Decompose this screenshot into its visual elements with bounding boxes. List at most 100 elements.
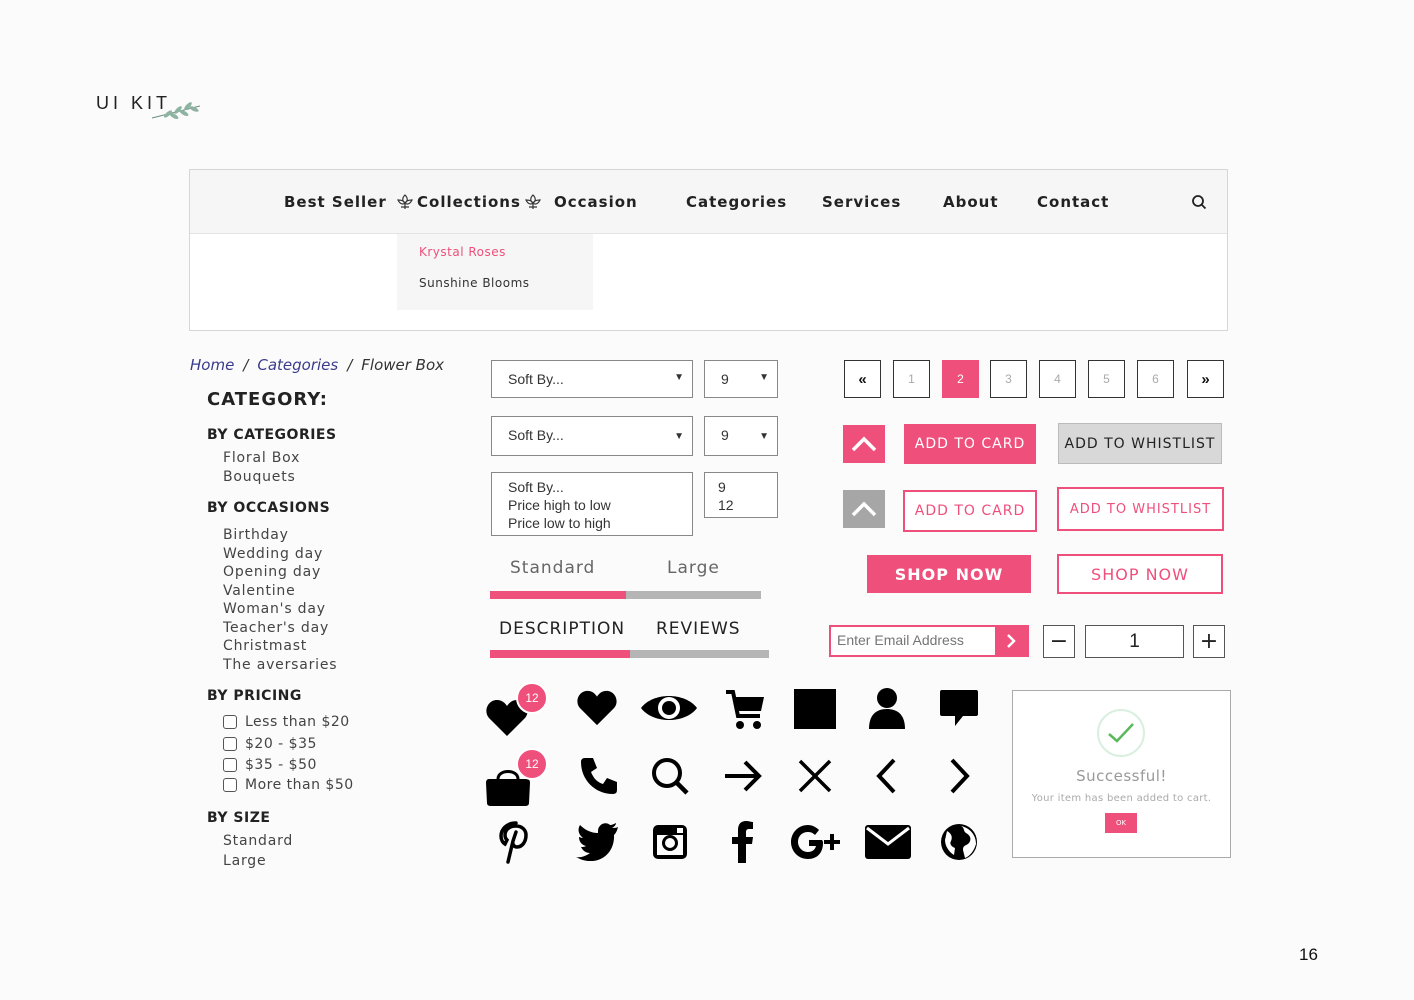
sort-select-value: Soft By... — [508, 427, 564, 443]
category-item-bouquets[interactable]: Bouquets — [223, 469, 296, 485]
heart-icon[interactable] — [573, 684, 621, 732]
quantity-value[interactable]: 1 — [1085, 625, 1184, 658]
count-select-focused[interactable]: 9 ▼ — [704, 416, 778, 456]
tab-reviews[interactable]: REVIEWS — [656, 619, 741, 639]
facebook-icon[interactable] — [719, 818, 767, 866]
category-item-floral-box[interactable]: Floral Box — [223, 450, 300, 466]
occasion-item[interactable]: Woman's day — [223, 601, 326, 617]
phone-icon[interactable] — [575, 752, 623, 800]
sort-select-focused[interactable]: Soft By... ▼ — [491, 416, 693, 456]
dropdown-item-krystal-roses[interactable]: Krystal Roses — [419, 245, 506, 259]
nav-menu-demo: Best Seller Collections Occasion Categor… — [189, 169, 1228, 331]
instagram-icon[interactable] — [646, 818, 694, 866]
tab-standard[interactable]: Standard — [510, 558, 595, 578]
price-filter[interactable]: Less than $20 — [223, 714, 350, 730]
price-filter[interactable]: $20 - $35 — [223, 736, 317, 752]
shop-now-button-outline[interactable]: SHOP NOW — [1057, 554, 1223, 594]
chevron-right-icon[interactable] — [936, 752, 984, 800]
nav-item-collections[interactable]: Collections — [396, 193, 542, 211]
pagination-page[interactable]: 1 — [893, 360, 930, 398]
search-icon[interactable] — [1191, 194, 1207, 210]
occasion-item[interactable]: Christmast — [223, 638, 307, 654]
occasion-item[interactable]: Wedding day — [223, 546, 323, 562]
globe-icon[interactable] — [935, 818, 983, 866]
shop-now-button[interactable]: SHOP NOW — [867, 555, 1031, 593]
add-to-card-button[interactable]: ADD TO CARD — [904, 424, 1036, 464]
page-number: 16 — [1299, 945, 1318, 964]
nav-item-about[interactable]: About — [943, 193, 999, 211]
sort-option[interactable]: Price low to high — [508, 515, 611, 531]
dropdown-item-sunshine-blooms[interactable]: Sunshine Blooms — [419, 276, 530, 290]
wishlist-count-badge: 12 — [516, 682, 548, 714]
arrow-right-icon[interactable] — [719, 752, 767, 800]
pagination-page[interactable]: 5 — [1088, 360, 1125, 398]
tab-large[interactable]: Large — [667, 558, 720, 578]
occasion-item[interactable]: Valentine — [223, 583, 296, 599]
nav-item-occasion[interactable]: Occasion — [554, 193, 638, 211]
occasion-item[interactable]: Opening day — [223, 564, 321, 580]
nav-item-categories[interactable]: Categories — [686, 193, 787, 211]
square-icon[interactable] — [791, 685, 839, 733]
scroll-top-button-disabled[interactable] — [843, 490, 885, 528]
pinterest-icon[interactable] — [492, 818, 540, 866]
breadcrumb-home[interactable]: Home — [190, 356, 234, 374]
size-item-standard[interactable]: Standard — [223, 833, 293, 849]
email-submit-button[interactable] — [995, 627, 1027, 655]
add-to-wishlist-button-outline[interactable]: ADD TO WHISTLIST — [1057, 487, 1224, 531]
modal-ok-button[interactable]: OK — [1105, 813, 1137, 833]
count-select-open[interactable]: 9 12 — [704, 472, 778, 518]
dropdown-arrow-icon: ▼ — [759, 372, 769, 383]
pagination-prev[interactable]: « — [844, 360, 881, 398]
pagination-page[interactable]: 6 — [1137, 360, 1174, 398]
leaf-decoration-icon — [151, 102, 201, 120]
add-to-card-button-outline[interactable]: ADD TO CARD — [903, 490, 1037, 532]
chat-bubble-icon[interactable] — [935, 684, 983, 732]
search-icon[interactable] — [646, 752, 694, 800]
checkbox[interactable] — [223, 737, 237, 751]
google-plus-icon[interactable] — [789, 818, 841, 866]
occasion-item[interactable]: The aversaries — [223, 657, 337, 673]
tab-description[interactable]: DESCRIPTION — [499, 619, 625, 639]
count-option[interactable]: 12 — [718, 497, 734, 513]
nav-item-contact[interactable]: Contact — [1037, 193, 1109, 211]
scroll-top-button[interactable] — [843, 425, 885, 463]
count-option[interactable]: 9 — [718, 479, 726, 495]
checkbox[interactable] — [223, 715, 237, 729]
user-icon[interactable] — [863, 684, 911, 732]
price-filter[interactable]: $35 - $50 — [223, 757, 317, 773]
quantity-increase-button[interactable]: + — [1193, 625, 1225, 658]
occasion-item[interactable]: Teacher's day — [223, 620, 329, 636]
mail-icon[interactable] — [864, 818, 912, 866]
nav-item-services[interactable]: Services — [822, 193, 901, 211]
count-select[interactable]: 9 ▼ — [704, 360, 778, 398]
dropdown-arrow-icon: ▼ — [674, 372, 684, 383]
chevron-left-icon[interactable] — [862, 752, 910, 800]
email-input[interactable] — [837, 632, 995, 648]
pagination-page[interactable]: 3 — [990, 360, 1027, 398]
sort-option-default[interactable]: Soft By... — [508, 479, 564, 495]
checkbox[interactable] — [223, 778, 237, 792]
price-filter-label: $35 - $50 — [245, 757, 317, 773]
close-icon[interactable] — [791, 752, 839, 800]
sort-select-open[interactable]: Soft By... Price high to low Price low t… — [491, 472, 693, 536]
occasion-item[interactable]: Birthday — [223, 527, 289, 543]
sort-select[interactable]: Soft By... ▼ — [491, 360, 693, 398]
quantity-decrease-button[interactable]: − — [1043, 625, 1075, 658]
cart-icon[interactable] — [721, 686, 769, 734]
pagination-page-active[interactable]: 2 — [942, 360, 979, 398]
dropdown-arrow-icon: ▼ — [759, 431, 769, 442]
twitter-icon[interactable] — [573, 818, 621, 866]
price-filter[interactable]: More than $50 — [223, 777, 354, 793]
add-to-wishlist-button-hover[interactable]: ADD TO WHISTLIST — [1058, 423, 1222, 464]
nav-item-best-seller[interactable]: Best Seller — [284, 193, 387, 211]
pagination-page[interactable]: 4 — [1039, 360, 1076, 398]
breadcrumb-categories[interactable]: Categories — [257, 356, 338, 374]
sort-option[interactable]: Price high to low — [508, 497, 611, 513]
modal-title: Successful! — [1076, 767, 1167, 785]
pagination-next[interactable]: » — [1187, 360, 1224, 398]
eye-icon[interactable] — [639, 684, 699, 732]
checkbox[interactable] — [223, 758, 237, 772]
success-check-circle — [1097, 709, 1145, 757]
size-item-large[interactable]: Large — [223, 853, 266, 869]
flower-icon — [524, 194, 541, 209]
